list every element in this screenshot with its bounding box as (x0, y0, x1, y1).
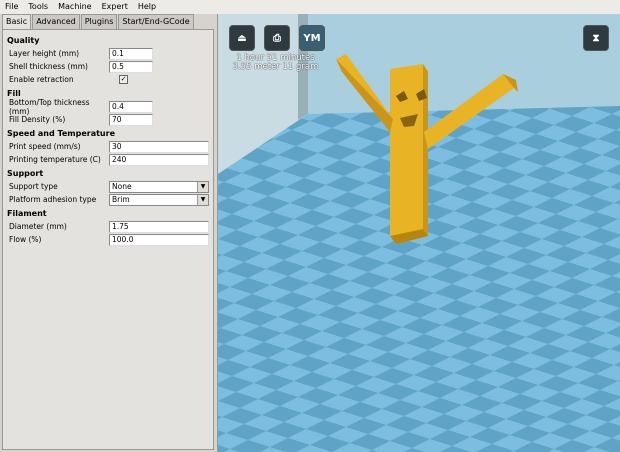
adhesion-select[interactable]: Brim ▼ (109, 193, 209, 206)
chevron-down-icon[interactable]: ▼ (197, 194, 208, 205)
flow-label: Flow (%) (9, 235, 42, 244)
chevron-down-icon[interactable]: ▼ (197, 181, 208, 192)
adhesion-label: Platform adhesion type (9, 195, 97, 204)
shell-thickness-label: Shell thickness (mm) (9, 62, 88, 71)
print-button[interactable]: ⎙ (264, 25, 290, 51)
diameter-input[interactable]: 1.75 (109, 220, 209, 233)
tab-advanced[interactable]: Advanced (32, 14, 80, 29)
menu-expert[interactable]: Expert (97, 0, 133, 14)
shell-thickness-input[interactable]: 0.5 (109, 60, 153, 73)
settings-panel: Basic Advanced Plugins Start/End-GCode Q… (0, 14, 218, 452)
section-quality: Quality (7, 36, 40, 45)
print-info: 1 hour 51 minutes 3.55 meter 11 gram (218, 54, 333, 72)
section-speed: Speed and Temperature (7, 129, 115, 138)
retraction-label: Enable retraction (9, 75, 74, 84)
support-type-select[interactable]: None ▼ (109, 180, 209, 193)
youmagine-button[interactable]: YM (299, 25, 325, 51)
layer-height-input[interactable]: 0.1 (109, 47, 153, 60)
menu-file[interactable]: File (0, 0, 23, 14)
section-filament: Filament (7, 209, 47, 218)
diameter-label: Diameter (mm) (9, 222, 67, 231)
menu-bar: File Tools Machine Expert Help (0, 0, 620, 14)
view-mode-button[interactable]: ⧗ (583, 25, 609, 51)
bottom-top-input[interactable]: 0.4 (109, 100, 153, 113)
menu-machine[interactable]: Machine (53, 0, 97, 14)
temperature-label: Printing temperature (C) (9, 155, 101, 164)
print-icon: ⎙ (273, 32, 281, 44)
print-speed-input[interactable]: 30 (109, 140, 209, 153)
print-speed-label: Print speed (mm/s) (9, 142, 81, 151)
temperature-input[interactable]: 240 (109, 153, 209, 166)
section-support: Support (7, 169, 44, 178)
load-model-button[interactable]: ⏏ (229, 25, 255, 51)
view-mode-icon: ⧗ (592, 32, 600, 44)
flow-input[interactable]: 100.0 (109, 233, 209, 246)
tab-start-end-gcode[interactable]: Start/End-GCode (118, 14, 194, 29)
support-type-label: Support type (9, 182, 58, 191)
layer-height-label: Layer height (mm) (9, 49, 80, 58)
menu-tools[interactable]: Tools (23, 0, 53, 14)
tab-basic[interactable]: Basic (2, 14, 32, 29)
bottom-top-label: Bottom/Top thickness (mm) (9, 97, 90, 116)
material-usage: 3.55 meter 11 gram (232, 62, 319, 72)
fill-density-label: Fill Density (%) (9, 115, 66, 124)
scene (218, 14, 620, 452)
retraction-checkbox[interactable]: ✓ (119, 75, 128, 84)
load-icon: ⏏ (237, 32, 247, 44)
menu-help[interactable]: Help (133, 0, 161, 14)
fill-density-input[interactable]: 70 (109, 113, 153, 126)
tab-plugins[interactable]: Plugins (80, 14, 118, 29)
3d-viewport[interactable]: ⏏ ⎙ YM ⧗ 1 hour 51 minutes 3.55 meter 11… (218, 14, 620, 452)
